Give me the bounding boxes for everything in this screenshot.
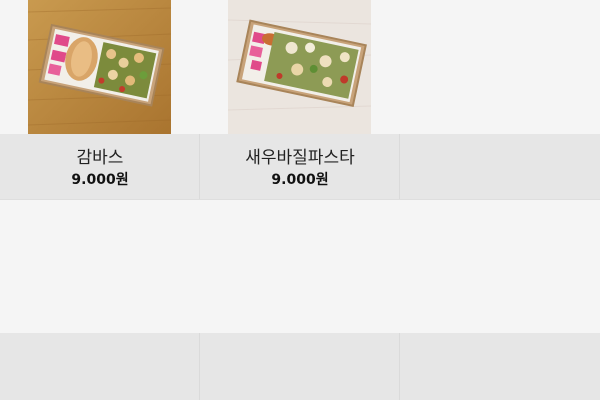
product-image-gambas[interactable] [28,0,171,134]
product-price: 9.000원 [71,172,129,188]
product-name: 감바스 [76,148,124,168]
product-label-row: 감바스 9.000원 새우바질파스타 9.000원 [0,134,600,200]
column-divider [399,333,400,400]
empty-image-row [0,200,600,333]
empty-label-row [0,333,600,400]
menu-grid: 감바스 9.000원 새우바질파스타 9.000원 [0,0,600,400]
product-image-shrimp-basil-pasta[interactable] [228,0,371,134]
product-name: 새우바질파스타 [245,148,355,168]
column-divider [399,134,400,200]
column-divider [199,134,200,200]
empty-cell [400,134,600,200]
menu-item-shrimp-basil-pasta[interactable]: 새우바질파스타 9.000원 [200,134,400,200]
product-image-row [0,0,600,134]
column-divider [199,333,200,400]
product-price: 9.000원 [271,172,329,188]
menu-item-gambas[interactable]: 감바스 9.000원 [0,134,200,200]
